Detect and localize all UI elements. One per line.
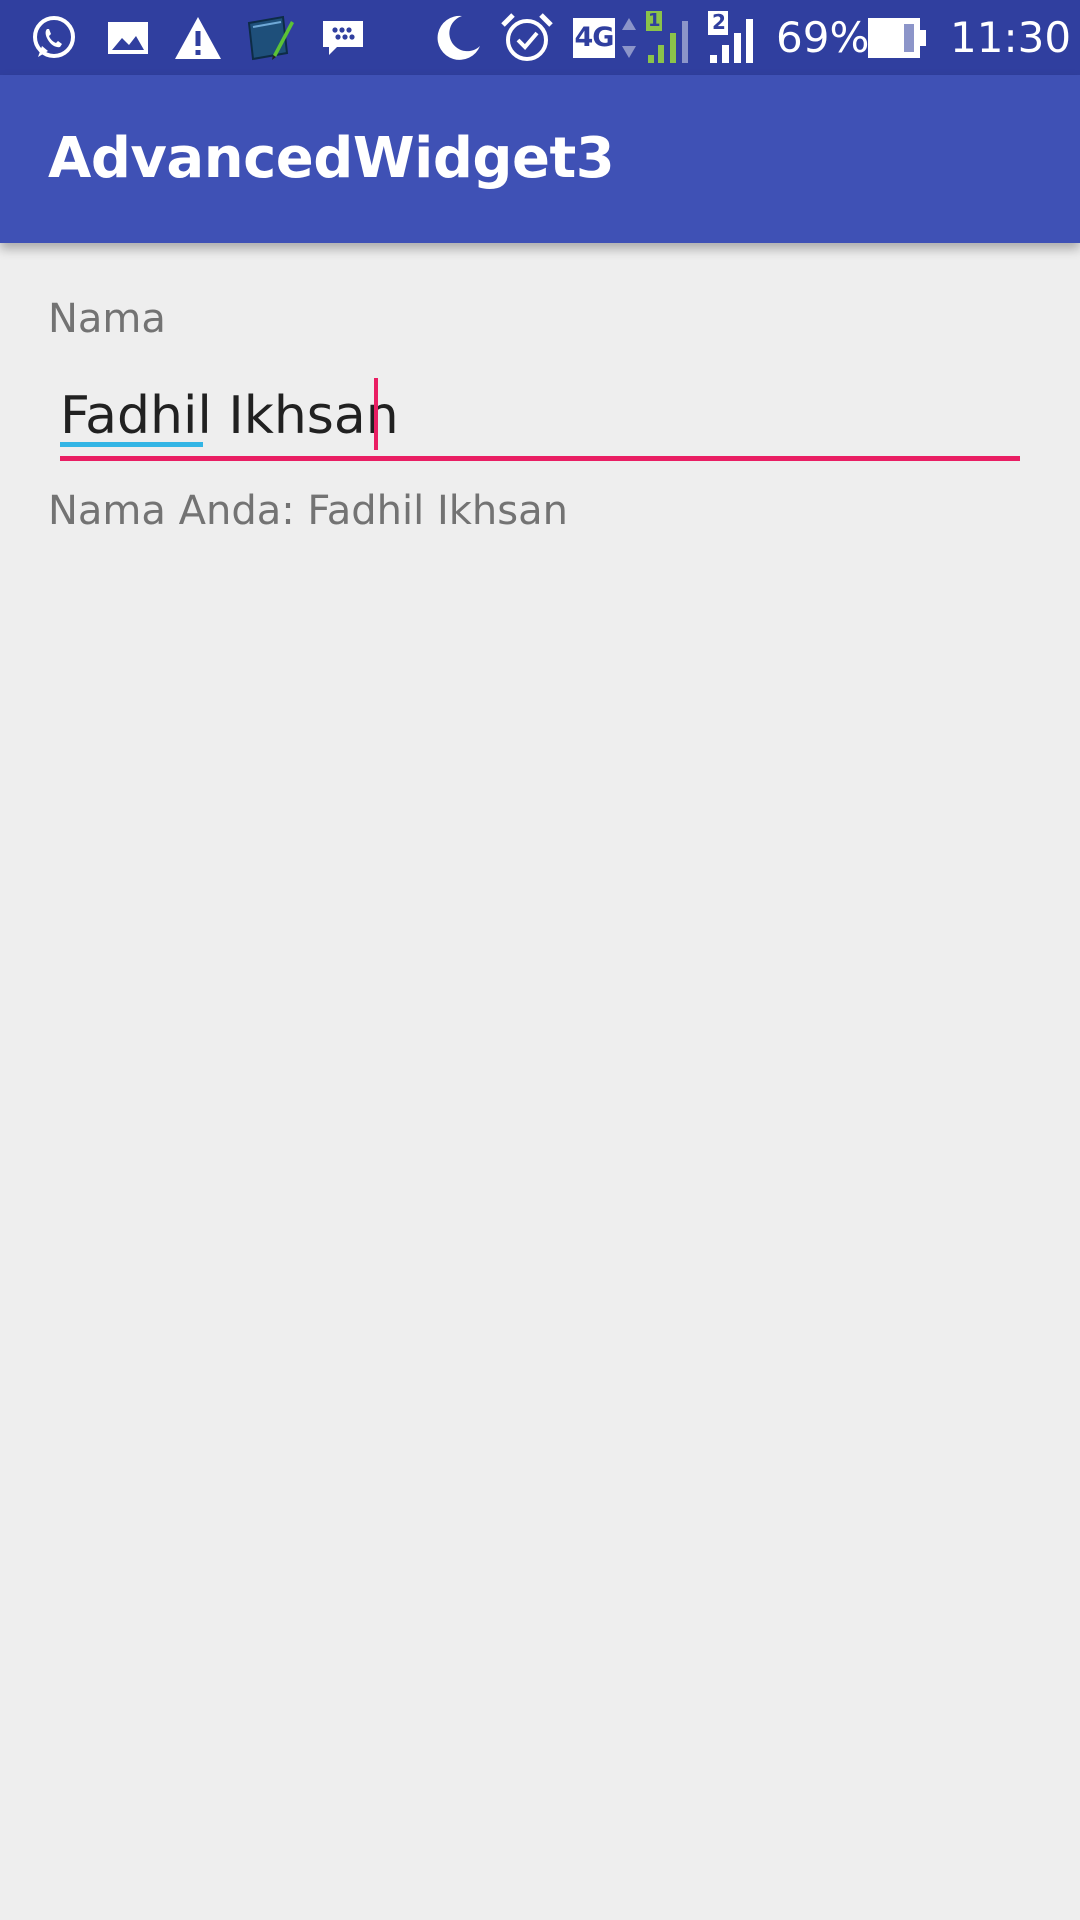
sim1-label: 1 bbox=[648, 10, 661, 31]
name-input-underline bbox=[60, 456, 1020, 461]
name-input[interactable]: Fadhil Ikhsan bbox=[60, 372, 1020, 464]
status-time: 11:30 bbox=[950, 13, 1072, 62]
4g-icon: 4G bbox=[572, 12, 616, 64]
image-icon bbox=[104, 12, 152, 64]
alarm-icon bbox=[500, 12, 554, 64]
data-activity-icon bbox=[620, 12, 638, 64]
sim2-label: 2 bbox=[712, 10, 726, 34]
name-input-value[interactable]: Fadhil Ikhsan bbox=[60, 386, 399, 446]
warning-icon bbox=[172, 12, 224, 64]
notebook-app-icon bbox=[242, 12, 298, 64]
night-mode-icon bbox=[432, 12, 484, 64]
signal-sim1-icon: 1 bbox=[644, 10, 696, 64]
status-bar: 4G 1 2 69% 11:30 bbox=[0, 0, 1080, 75]
name-result-text: Nama Anda: Fadhil Ikhsan bbox=[48, 488, 568, 534]
app-title: AdvancedWidget3 bbox=[48, 126, 615, 191]
whatsapp-icon bbox=[28, 12, 80, 64]
spellcheck-underline bbox=[60, 442, 203, 447]
name-label: Nama bbox=[48, 296, 166, 342]
app-bar: AdvancedWidget3 bbox=[0, 75, 1080, 243]
battery-percent: 69% bbox=[776, 13, 870, 62]
bbm-icon bbox=[320, 12, 366, 64]
signal-sim2-icon: 2 bbox=[706, 10, 762, 64]
text-cursor bbox=[374, 378, 378, 450]
network-type-label: 4G bbox=[573, 18, 615, 58]
battery-icon bbox=[866, 12, 928, 64]
